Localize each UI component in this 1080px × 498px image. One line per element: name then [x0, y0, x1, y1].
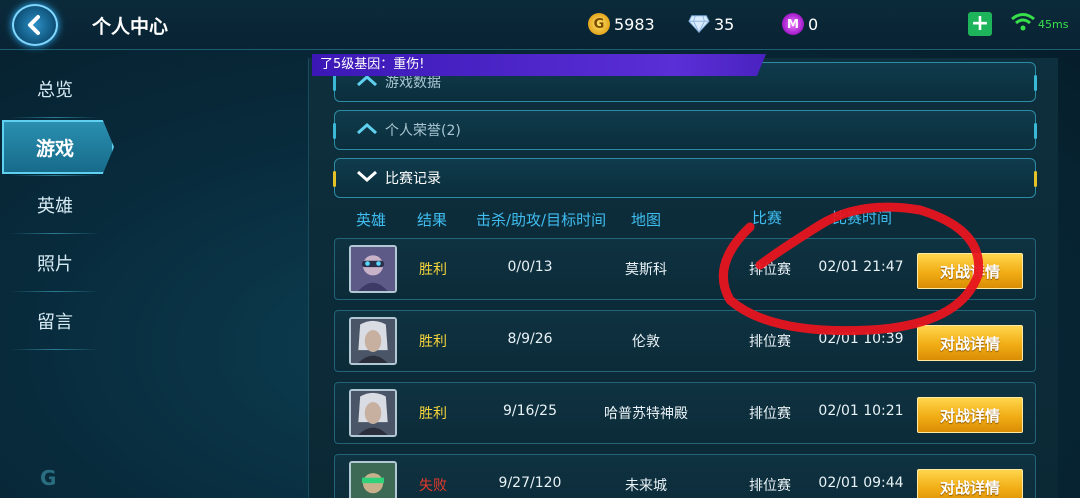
battle-details-button[interactable]: 对战详情: [917, 397, 1023, 433]
table-row: 胜利 8/9/26 伦敦 排位赛 02/01 10:39 对战详情: [334, 310, 1036, 372]
table-row: 失败 9/27/120 未来城 排位赛 02/01 09:44 对战详情: [334, 454, 1036, 498]
match-table-header: 英雄 结果 击杀/助攻/目标时间 地图 比赛 比赛时间: [334, 207, 1036, 233]
match-result: 胜利: [419, 406, 447, 422]
match-kda: 9/16/25: [503, 403, 557, 419]
network-status: 45ms: [1010, 12, 1068, 32]
match-kda: 8/9/26: [507, 331, 553, 347]
voucher-counter: M 0: [782, 13, 818, 35]
game-logo: G: [40, 466, 57, 490]
diamond-amount: 35: [714, 14, 735, 34]
gold-counter: G 5983: [588, 13, 655, 35]
table-row: 胜利 0/0/13 莫斯科 排位赛 02/01 21:47 对战详情: [334, 238, 1036, 300]
page-title: 个人中心: [92, 16, 169, 38]
sidebar-item-label: 英雄: [37, 196, 73, 217]
back-arrow-icon: [28, 15, 40, 35]
match-mode: 排位赛: [749, 478, 791, 494]
match-map: 哈普苏特神殿: [604, 406, 688, 422]
match-map: 莫斯科: [625, 262, 667, 278]
diamond-icon: [688, 13, 710, 35]
sidebar-item-label: 留言: [37, 312, 73, 333]
sidebar-item-messages[interactable]: 留言: [0, 292, 110, 350]
section-honors[interactable]: 个人荣誉(2): [333, 110, 1037, 150]
gold-amount: 5983: [614, 14, 655, 34]
section-edge: [1034, 123, 1037, 139]
plus-icon: +: [970, 11, 990, 36]
battle-details-button[interactable]: 对战详情: [917, 253, 1023, 289]
section-edge: [333, 171, 336, 187]
notification-banner: 了5级基因：重伤!: [312, 54, 766, 76]
match-result: 失败: [419, 478, 447, 494]
chevron-up-icon: [355, 121, 379, 139]
header-mode: 比赛: [752, 209, 783, 227]
section-label: 比赛记录: [385, 171, 441, 187]
header-kda: 击杀/助攻/目标时间: [476, 211, 607, 229]
match-time: 02/01 10:39: [818, 331, 904, 347]
sidebar-item-heroes[interactable]: 英雄: [0, 176, 110, 234]
match-time: 02/01 09:44: [818, 475, 904, 491]
sidebar-item-photos[interactable]: 照片: [0, 234, 110, 292]
battle-details-button[interactable]: 对战详情: [917, 469, 1023, 498]
match-time: 02/01 21:47: [818, 259, 904, 275]
match-kda: 0/0/13: [507, 259, 553, 275]
section-edge: [1034, 75, 1037, 91]
chevron-down-icon: [355, 169, 379, 187]
add-currency-button[interactable]: +: [968, 12, 992, 36]
gold-coin-icon: G: [588, 13, 610, 35]
header-map: 地图: [631, 211, 662, 229]
diamond-counter: 35: [688, 13, 734, 35]
section-edge: [333, 75, 336, 91]
battle-details-button[interactable]: 对战详情: [917, 325, 1023, 361]
sidebar-item-games[interactable]: 游戏: [0, 118, 114, 176]
hero-avatar: [349, 389, 397, 437]
match-time: 02/01 10:21: [818, 403, 904, 419]
top-bar: 个人中心 G 5983 35 M 0 + 45ms: [0, 0, 1080, 50]
match-map: 伦敦: [632, 334, 660, 350]
back-button[interactable]: [12, 4, 58, 46]
hero-avatar: [349, 317, 397, 365]
sidebar-item-label: 游戏: [35, 137, 74, 160]
match-result: 胜利: [419, 334, 447, 350]
hero-avatar: [349, 461, 397, 498]
match-mode: 排位赛: [749, 334, 791, 350]
sidebar-item-overview[interactable]: 总览: [0, 60, 110, 118]
sidebar-item-label: 总览: [37, 80, 73, 101]
table-row: 胜利 9/16/25 哈普苏特神殿 排位赛 02/01 10:21 对战详情: [334, 382, 1036, 444]
section-match-records[interactable]: 比赛记录: [333, 158, 1037, 198]
header-result: 结果: [417, 211, 448, 229]
sidebar-item-label: 照片: [37, 254, 73, 275]
sidebar: 总览 游戏 英雄 照片 留言: [0, 60, 114, 350]
match-mode: 排位赛: [749, 262, 791, 278]
section-edge: [1034, 171, 1037, 187]
header-hero: 英雄: [356, 211, 387, 229]
voucher-coin-icon: M: [782, 13, 804, 35]
hero-avatar: [349, 245, 397, 293]
match-map: 未来城: [625, 478, 667, 494]
header-time: 比赛时间: [832, 209, 893, 227]
match-kda: 9/27/120: [498, 475, 562, 491]
match-mode: 排位赛: [749, 406, 791, 422]
ping-label: 45ms: [1038, 18, 1069, 31]
section-edge: [333, 123, 336, 139]
wifi-icon: [1011, 13, 1035, 31]
section-label: 个人荣誉(2): [385, 123, 461, 139]
voucher-amount: 0: [808, 14, 819, 34]
match-result: 胜利: [419, 262, 447, 278]
